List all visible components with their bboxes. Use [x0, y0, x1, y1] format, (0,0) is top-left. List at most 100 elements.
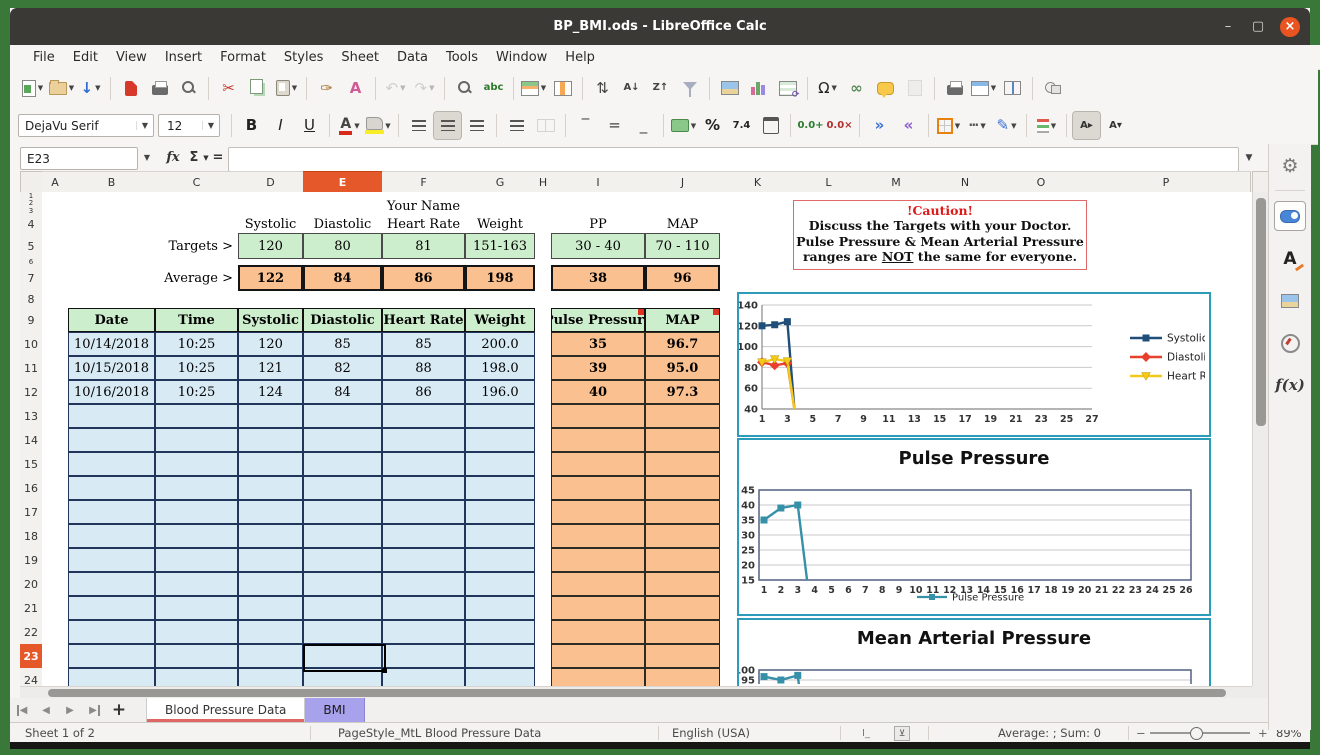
empty-cell[interactable] — [465, 404, 535, 428]
empty-cell[interactable] — [551, 476, 645, 500]
function-wizard-icon[interactable]: fx — [162, 144, 184, 171]
comment-marker-icon[interactable] — [638, 309, 644, 315]
cell-J4[interactable]: MAP — [645, 215, 720, 233]
cell-targets-label[interactable]: Targets > — [155, 233, 238, 259]
empty-cell[interactable] — [382, 644, 465, 668]
page-style[interactable]: PageStyle_MtL Blood Pressure Data — [338, 723, 541, 743]
underline-icon[interactable]: U — [296, 112, 323, 139]
table-row[interactable]: 40 — [551, 380, 645, 404]
menu-edit[interactable]: Edit — [64, 48, 107, 67]
chart-object-blood-pressure[interactable]: 40608010012014013579111315171921232527Sy… — [737, 292, 1211, 437]
table-row[interactable]: 82 — [303, 356, 382, 380]
insert-hyperlink-icon[interactable]: ∞ — [843, 75, 870, 102]
minimize-button[interactable]: – — [1220, 19, 1236, 34]
titlebar[interactable]: BP_BMI.ods - LibreOffice Calc – ▢ × — [10, 8, 1310, 45]
insert-comment-icon[interactable] — [872, 75, 899, 102]
empty-cell[interactable] — [238, 572, 303, 596]
empty-cell[interactable] — [238, 476, 303, 500]
empty-cell[interactable] — [68, 524, 155, 548]
table-row[interactable]: 10/14/2018 — [68, 332, 155, 356]
empty-cell[interactable] — [68, 668, 155, 686]
empty-cell[interactable] — [382, 548, 465, 572]
empty-cell[interactable] — [551, 596, 645, 620]
cell-D5[interactable]: 120 — [238, 233, 303, 259]
empty-cell[interactable] — [465, 620, 535, 644]
empty-cell[interactable] — [465, 548, 535, 572]
spelling-icon[interactable]: abc — [480, 75, 507, 102]
zoom-out-icon[interactable]: − — [1136, 723, 1146, 743]
empty-cell[interactable] — [155, 500, 238, 524]
cell-G7[interactable]: 198 — [465, 265, 535, 291]
sum-dropdown-icon[interactable]: ▼ — [202, 144, 210, 171]
table-row[interactable]: 200.0 — [465, 332, 535, 356]
row-header-21[interactable]: 21 — [20, 596, 42, 621]
empty-cell[interactable] — [465, 452, 535, 476]
insert-rows-dropdown-icon[interactable]: ▼ — [541, 84, 546, 92]
empty-cell[interactable] — [551, 548, 645, 572]
cell-C9[interactable]: Time — [155, 308, 238, 332]
name-box[interactable]: E23 — [20, 147, 138, 170]
cell-F5[interactable]: 81 — [382, 233, 465, 259]
empty-cell[interactable] — [382, 404, 465, 428]
column-header-H[interactable]: H — [535, 171, 552, 192]
cell-cursor[interactable] — [303, 644, 386, 672]
row-header-12[interactable]: 12 — [20, 380, 42, 405]
empty-cell[interactable] — [238, 620, 303, 644]
empty-cell[interactable] — [382, 500, 465, 524]
row-header-23[interactable]: 23 — [20, 644, 42, 669]
chart-object-pulse-pressure[interactable]: Pulse Pressure15202530354045123456789101… — [737, 438, 1211, 616]
cell-your-name[interactable]: Your Name — [382, 197, 465, 216]
empty-cell[interactable] — [645, 476, 720, 500]
equals-icon[interactable]: = — [210, 144, 226, 171]
empty-cell[interactable] — [238, 524, 303, 548]
column-header-G[interactable]: G — [465, 171, 536, 192]
empty-cell[interactable] — [155, 428, 238, 452]
cell-E7[interactable]: 84 — [303, 265, 382, 291]
cell-G5[interactable]: 151-163 — [465, 233, 535, 259]
row-header-14[interactable]: 14 — [20, 428, 42, 453]
row-header-18[interactable]: 18 — [20, 524, 42, 549]
cell-J7[interactable]: 96 — [645, 265, 720, 291]
border-color-icon[interactable]: ✎▼ — [993, 112, 1020, 139]
column-header-M[interactable]: M — [862, 171, 931, 192]
formula-bar-expand-icon[interactable]: ▼ — [1238, 147, 1260, 168]
sheet-tab-blood-pressure-data[interactable]: Blood Pressure Data — [146, 698, 305, 722]
empty-cell[interactable] — [645, 452, 720, 476]
bold-icon[interactable]: B — [238, 112, 265, 139]
border-color-dropdown-icon[interactable]: ▼ — [1011, 122, 1016, 130]
menu-format[interactable]: Format — [211, 48, 275, 67]
previous-sheet-icon[interactable]: ◀ — [34, 698, 58, 722]
menu-help[interactable]: Help — [556, 48, 604, 67]
empty-cell[interactable] — [238, 548, 303, 572]
empty-cell[interactable] — [155, 476, 238, 500]
column-header-F[interactable]: F — [382, 171, 466, 192]
empty-cell[interactable] — [465, 500, 535, 524]
empty-cell[interactable] — [465, 476, 535, 500]
sort-descending-icon[interactable]: Z↑ — [647, 75, 674, 102]
insert-chart-icon[interactable] — [745, 75, 772, 102]
highlighting-color-dropdown-icon[interactable]: ▼ — [385, 122, 390, 130]
empty-cell[interactable] — [303, 596, 382, 620]
empty-cell[interactable] — [303, 620, 382, 644]
freeze-panes-dropdown-icon[interactable]: ▼ — [991, 84, 996, 92]
empty-cell[interactable] — [68, 476, 155, 500]
empty-cell[interactable] — [465, 644, 535, 668]
split-window-icon[interactable] — [999, 75, 1026, 102]
sort-icon[interactable]: ⇅ — [589, 75, 616, 102]
empty-cell[interactable] — [68, 404, 155, 428]
row-header-24[interactable]: 24 — [20, 668, 42, 686]
insert-columns-icon[interactable] — [549, 75, 576, 102]
table-row[interactable]: 10/16/2018 — [68, 380, 155, 404]
empty-cell[interactable] — [303, 404, 382, 428]
empty-cell[interactable] — [303, 428, 382, 452]
properties-deck-icon[interactable] — [1274, 201, 1306, 231]
align-center-icon[interactable] — [434, 112, 461, 139]
empty-cell[interactable] — [645, 620, 720, 644]
empty-cell[interactable] — [382, 668, 465, 686]
table-row[interactable]: 86 — [382, 380, 465, 404]
row-header-7[interactable]: 7 — [20, 265, 42, 292]
font-name-combobox[interactable]: DejaVu Serif ▼ — [18, 114, 154, 137]
font-name-dropdown-icon[interactable]: ▼ — [136, 121, 153, 130]
empty-cell[interactable] — [465, 596, 535, 620]
navigator-deck-icon[interactable] — [1275, 329, 1305, 357]
